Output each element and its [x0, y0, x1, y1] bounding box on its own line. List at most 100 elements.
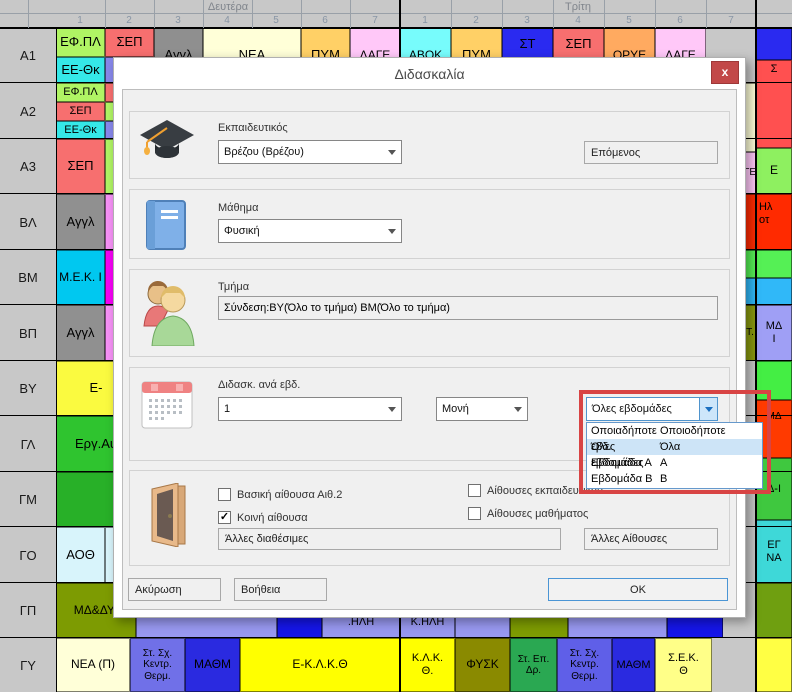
period-header: 5	[261, 14, 291, 28]
chevron-down-icon	[388, 229, 396, 234]
home-room-checkbox[interactable]	[218, 488, 231, 501]
timetable-cell[interactable]: Ε-Κ.Λ.Κ.Θ	[240, 638, 400, 692]
other-rooms-button[interactable]: Άλλες Αίθουσες	[584, 528, 718, 550]
teacher-combobox[interactable]: Βρέζου (Βρέζου)	[218, 140, 402, 164]
weeks-option[interactable]: Οποιαδήποτε εβδ. Οποιοδήποτε	[587, 423, 762, 439]
period-header: 3	[163, 14, 193, 28]
subject-combobox[interactable]: Φυσική	[218, 219, 402, 243]
timetable-cell[interactable]: ΕΕ-Θκ	[56, 57, 105, 83]
period-header: 3	[512, 14, 542, 28]
weeks-option[interactable]: Εβδομάδα Β Β	[587, 471, 762, 487]
row-label-ΓΠ[interactable]: ΓΠ	[0, 583, 56, 638]
timetable-cell[interactable]: ΜΔ Ι	[756, 305, 792, 361]
row-label-ΓΥ[interactable]: ΓΥ	[0, 638, 56, 692]
students-icon	[140, 280, 196, 349]
row-label-ΓΛ[interactable]: ΓΛ	[0, 416, 56, 472]
parity-combobox[interactable]: Μονή	[436, 397, 528, 421]
home-room-label: Βασική αίθουσα Αιθ.2	[237, 489, 342, 501]
timetable-cell[interactable]: ΝΕΑ (Π)	[56, 638, 130, 692]
period-header: 4	[212, 14, 242, 28]
cancel-button[interactable]: Ακύρωση	[128, 578, 221, 601]
row-label-Α3[interactable]: Α3	[0, 139, 56, 194]
lesson-dialog: Διδασκαλία x Εκπαιδευτικός Βρέζου (Βρέζο…	[113, 57, 746, 618]
timetable-cell[interactable]: Σ.Ε.Κ. Θ	[655, 638, 712, 692]
period-header: 2	[114, 14, 144, 28]
close-icon[interactable]: x	[711, 61, 739, 84]
lessons-count-value: 1	[224, 403, 230, 415]
chevron-down-icon	[705, 407, 713, 412]
row-label-ΒΜ[interactable]: ΒΜ	[0, 250, 56, 305]
timetable-cell[interactable]: ΑΟΘ	[56, 527, 105, 583]
period-header: 7	[360, 14, 390, 28]
weeks-combobox[interactable]: Όλες εβδομάδες	[586, 397, 718, 421]
chevron-down-icon	[514, 407, 522, 412]
timetable-cell[interactable]: ΣΕΠ	[105, 28, 154, 57]
period-header: 5	[614, 14, 644, 28]
help-button[interactable]: Βοήθεια	[234, 578, 327, 601]
timetable-cell[interactable]: Στ. Σχ. Κεντρ. Θερμ.	[130, 638, 185, 692]
timetable-cell[interactable]: Σ	[756, 60, 792, 148]
row-label-Α1[interactable]: Α1	[0, 28, 56, 83]
teacher-value: Βρέζου (Βρέζου)	[224, 146, 304, 158]
timetable-cell[interactable]: Μ.Ε.Κ. Ι	[56, 250, 105, 305]
timetable-cell[interactable]: ΣΕΠ	[56, 139, 105, 194]
ok-button[interactable]: OK	[548, 578, 728, 601]
timetable-cell[interactable]: Ηλ οτ	[744, 194, 792, 250]
door-icon	[144, 483, 194, 550]
timetable-cell[interactable]: ΣΕΠ	[56, 102, 105, 121]
row-label-ΒΛ[interactable]: ΒΛ	[0, 194, 56, 250]
timetable-cell[interactable]	[744, 250, 792, 278]
dialog-title: Διδασκαλία	[114, 62, 745, 86]
timetable-cell[interactable]: ΕΓ ΝΑ	[756, 520, 792, 583]
timetable-cell[interactable]	[756, 361, 792, 400]
parity-value: Μονή	[442, 403, 469, 415]
timetable-cell[interactable]: Αγγλ	[56, 194, 105, 250]
period-header: 4	[563, 14, 593, 28]
next-teacher-button[interactable]: Επόμενος	[584, 141, 718, 164]
book-icon	[144, 199, 188, 254]
timetable-cell[interactable]	[756, 28, 792, 60]
row-label-ΓΜ[interactable]: ΓΜ	[0, 472, 56, 527]
timetable-cell[interactable]: ΕΦ.ΠΛ	[56, 83, 105, 102]
weeks-value: Όλες εβδομάδες	[592, 403, 672, 415]
period-header: 1	[410, 14, 440, 28]
row-label-ΒΠ[interactable]: ΒΠ	[0, 305, 56, 361]
other-available-button[interactable]: Άλλες διαθέσιμες	[218, 528, 561, 550]
row-label-ΒΥ[interactable]: ΒΥ	[0, 361, 56, 416]
subject-label: Μάθημα	[218, 202, 258, 214]
period-header: 6	[665, 14, 695, 28]
timetable-cell[interactable]: Αγγλ	[56, 305, 105, 361]
lessons-count-combobox[interactable]: 1	[218, 397, 402, 421]
weeks-option[interactable]: Όλες εβδομάδες Όλα	[587, 439, 762, 455]
weeks-option[interactable]: Εβδομάδα Α Α	[587, 455, 762, 471]
timetable-app: ΔευτέραΤρίτη12345671234567Α1Α2Α3ΒΛΒΜΒΠΒΥ…	[0, 0, 792, 692]
timetable-cell[interactable]	[744, 278, 792, 305]
shared-room-checkbox[interactable]	[218, 511, 231, 524]
timetable-cell[interactable]: ΕΕ-Θκ	[56, 121, 105, 139]
timetable-cell[interactable]	[756, 638, 792, 692]
timetable-cell[interactable]	[756, 583, 792, 638]
shared-room-label: Κοινή αίθουσα	[237, 512, 308, 524]
period-header: 2	[461, 14, 491, 28]
timetable-cell[interactable]: Στ. Επ. Δρ.	[510, 638, 557, 692]
period-header: 7	[716, 14, 746, 28]
timetable-cell[interactable]: Στ. Σχ. Κεντρ. Θερμ.	[557, 638, 612, 692]
row-label-ΓΟ[interactable]: ΓΟ	[0, 527, 56, 583]
subject-rooms-checkbox[interactable]	[468, 507, 481, 520]
period-header: 1	[65, 14, 95, 28]
teacher-rooms-checkbox[interactable]	[468, 484, 481, 497]
class-label: Τμήμα	[218, 281, 249, 293]
weeks-dropdown-button[interactable]	[699, 398, 717, 420]
timetable-cell[interactable]: ΜΑΘΜ	[185, 638, 240, 692]
timetable-cell[interactable]: ΦΥΣΚ	[455, 638, 510, 692]
timetable-cell[interactable]: ΜΑΘΜ	[612, 638, 655, 692]
graduation-cap-icon	[138, 118, 196, 175]
chevron-down-icon	[388, 150, 396, 155]
class-field[interactable]: Σύνδεση:ΒΥ(Όλο το τμήμα) ΒΜ(Όλο το τμήμα…	[218, 296, 718, 320]
period-header: 6	[310, 14, 340, 28]
timetable-cell[interactable]: Ε	[756, 148, 792, 194]
timetable-cell[interactable]: ΕΦ.ΠΛ	[56, 28, 105, 57]
row-label-Α2[interactable]: Α2	[0, 83, 56, 139]
timetable-cell[interactable]: Κ.Λ.Κ. Θ.	[400, 638, 455, 692]
chevron-down-icon	[388, 407, 396, 412]
